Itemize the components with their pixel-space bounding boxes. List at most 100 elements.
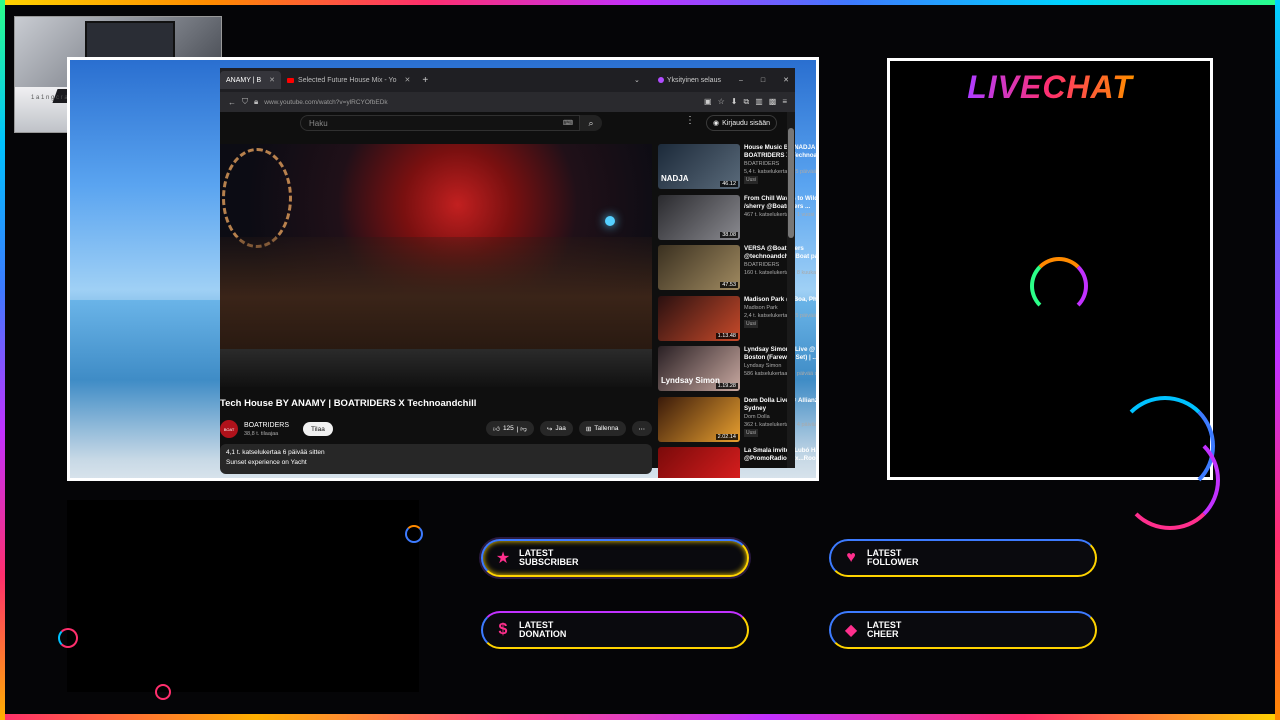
keyboard-icon[interactable]: ⌨ [563,119,573,127]
video-duration: 1.13.48 [715,332,738,339]
video-title[interactable]: From Chill Waves to Wild Vibes! /sherry … [744,195,816,211]
latest-follower: ♥ LATEST FOLLOWER [829,539,1097,577]
video-meta: 467 t. katselukertaa · 1 vuosi sitten [744,211,819,218]
save-button[interactable]: ⊞ Tallenna [578,421,626,436]
sign-in-label: Kirjaudu sisään [722,119,770,127]
tab-list-icon[interactable]: ⌄ [634,76,640,84]
address-bar: ← ⛉ 🔒︎ www.youtube.com/watch?v=ylRCYOfbE… [220,92,795,112]
new-tab-button[interactable]: + [422,75,428,86]
url-field[interactable]: www.youtube.com/watch?v=ylRCYOfbEDk [264,99,387,106]
shield-icon[interactable]: ⛉ [242,97,248,107]
video-duration: 1.19.28 [715,383,738,389]
video-thumbnail[interactable] [658,447,740,478]
video-thumbnail[interactable]: 2.02.14 [658,396,740,442]
like-button[interactable]: 👍︎ 125 | 👎︎ [486,421,534,436]
more-actions-button[interactable]: ⋯ [631,421,652,436]
video-duration: 46.12 [720,181,738,187]
video-info: From Chill Waves to Wild Vibes! /sherry … [744,195,819,246]
decorative-ring [155,684,171,700]
extensions-icon[interactable]: ⧉ [743,97,749,107]
video-title: Tech House BY ANAMY | BOATRIDERS X Techn… [220,398,477,409]
video-channel: BOATRIDERS [744,161,780,167]
tab-label: Selected Future House Mix - Yo [298,76,397,84]
star-icon: ★ [495,550,511,567]
new-badge: Uusi [744,428,759,437]
alert-line2: SUBSCRIBER [519,557,579,567]
video-thumbnail[interactable]: 47.53 [658,245,740,290]
video-meta: 362 t. katselukertaa · 4 päivää sitten [744,421,818,428]
account-icon: ◉ [713,120,720,127]
video-player[interactable] [220,144,652,387]
video-title[interactable]: Madison Park @ Boa, Phuket [744,296,816,304]
share-label: Jaa [555,425,566,432]
video-duration: 47.53 [720,282,738,288]
thumbs-up-icon: 👍︎ [493,425,500,433]
latest-cheer: ◆ LATEST CHEER [829,611,1097,649]
tab-future-house[interactable]: Selected Future House Mix - Yo ✕ [281,71,416,89]
sign-in-button[interactable]: ◉ Kirjaudu sisään [706,115,777,131]
ferris-wheel [222,148,292,248]
video-info: Lyndsay Simon - Live @ bsmnt Boston (Far… [744,346,819,397]
heart-icon: ♥ [846,549,856,566]
screen-capture: ANAMY | B ✕ Selected Future House Mix - … [67,57,819,481]
video-title[interactable]: Dom Dolla Live @ Allianz Stadium, Sydney [744,397,816,413]
latest-subscriber: ★ LATEST SUBSCRIBER [481,539,749,577]
video-meta: 586 katselukertaa · 9 päivää sitten [744,371,819,377]
video-thumbnail[interactable]: NADJA 46.12 [658,144,740,189]
dj-deck [220,349,652,387]
save-label: Tallenna [594,425,619,432]
thumbs-down-icon[interactable]: | 👎︎ [517,425,527,433]
close-icon[interactable]: ✕ [404,76,410,84]
decorative-ring [1120,430,1220,530]
subscribe-button[interactable]: Tilaa [303,422,333,436]
private-label: Yksityinen selaus [666,76,721,84]
stage-light [605,216,615,226]
new-badge: Uusi [744,176,759,184]
search-input[interactable]: Haku ⌨ [300,115,580,131]
channel-avatar[interactable]: BOAT [220,420,238,438]
share-button[interactable]: ↪ Jaa [539,421,573,436]
loading-ring [1030,257,1088,315]
scrollbar-thumb[interactable] [788,128,794,238]
download-icon[interactable]: ⬇ [731,97,738,107]
close-window-icon[interactable]: ✕ [783,76,789,84]
sidebar-icon[interactable]: ▥ [755,97,763,107]
video-info: VERSA @Boatriders @technoandchill Boat p… [744,245,819,296]
channel-row: BOAT BOATRIDERS 38,8 t. tilaajaa Tilaa 👍… [220,418,652,440]
bookmark-icon[interactable]: ☆ [718,97,725,107]
tab-label: ANAMY | B [226,76,262,84]
more-options-icon[interactable]: ⋮ [685,115,695,126]
browser-window: ANAMY | B ✕ Selected Future House Mix - … [220,68,816,478]
livechat-panel: LIVECHAT [887,58,1215,496]
tab-bar: ANAMY | B ✕ Selected Future House Mix - … [220,68,795,92]
channel-name[interactable]: BOATRIDERS [244,422,289,429]
placeholder-panel [67,500,419,692]
video-info: Dom Dolla Live @ Allianz Stadium, Sydney… [744,397,818,448]
search-icon[interactable]: ⌕ [580,115,602,131]
save-icon: ⊞ [585,425,592,433]
video-description[interactable]: 4,1 t. katselukertaa 6 päivää sitten Sun… [220,444,652,474]
video-thumbnail[interactable]: 1.13.48 [658,295,740,341]
video-title[interactable]: Lyndsay Simon - Live @ bsmnt Boston (Far… [744,346,816,362]
youtube-header: Haku ⌨ ⌕ ⋮ ◉ Kirjaudu sisään [220,112,795,134]
video-title[interactable]: House Music BY NADJA | BOATRIDERS X Tech… [744,144,816,160]
video-actions: 👍︎ 125 | 👎︎ ↪ Jaa ⊞ Tallenna ⋯ [486,421,652,436]
menu-icon[interactable]: ≡ [782,97,787,107]
minimize-icon[interactable]: – [739,77,743,84]
video-thumbnail[interactable]: Lyndsay Simon 1.19.28 [658,346,740,391]
video-thumbnail[interactable]: 38.08 [658,194,740,240]
addon-icon[interactable]: ▩ [769,97,777,107]
tab-anamy[interactable]: ANAMY | B ✕ [220,71,282,89]
thumbnail-text: NADJA [661,174,689,183]
search-placeholder: Haku [309,118,328,128]
pip-icon[interactable]: ▣ [704,97,712,107]
back-icon[interactable]: ← [228,98,236,107]
close-icon[interactable]: ✕ [269,76,275,84]
maximize-icon[interactable]: □ [761,77,765,84]
dollar-icon: $ [498,621,508,638]
video-title[interactable]: La Smala invites Lubó Hang @PromoRadioBo… [744,447,816,463]
lock-icon[interactable]: 🔒︎ [254,97,258,107]
video-meta: 160 t. katselukertaa · 8 kuukautta sitte… [744,270,819,276]
video-title[interactable]: VERSA @Boatriders @technoandchill Boat p… [744,245,816,261]
description-text: Sunset experience on Yacht [226,459,307,466]
